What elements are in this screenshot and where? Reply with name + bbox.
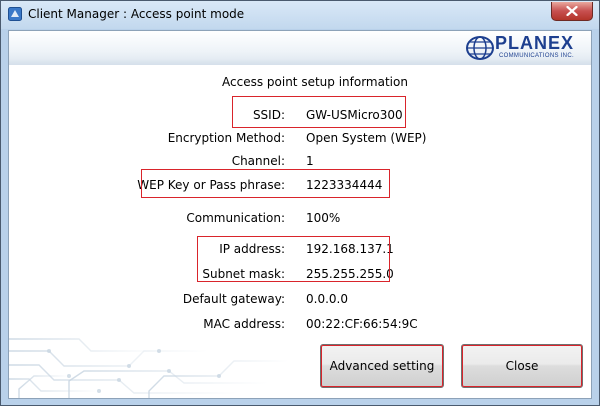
advanced-setting-label: Advanced setting bbox=[329, 359, 435, 373]
mac-address-value: 00:22:CF:66:54:9C bbox=[306, 317, 418, 331]
channel-label: Channel: bbox=[231, 154, 285, 168]
planex-logo: PLANEX COMMUNICATIONS INC. bbox=[465, 33, 589, 62]
circuit-decoration bbox=[9, 338, 289, 398]
planex-globe-icon bbox=[466, 36, 494, 60]
advanced-setting-button[interactable]: Advanced setting bbox=[320, 344, 444, 388]
encryption-method-label: Encryption Method: bbox=[167, 131, 285, 145]
default-gateway-label: Default gateway: bbox=[182, 292, 285, 306]
section-title: Access point setup information bbox=[222, 75, 408, 89]
ssid-highlight bbox=[232, 96, 406, 128]
close-label: Close bbox=[505, 359, 539, 373]
title-bar[interactable]: Client Manager : Access point mode bbox=[1, 1, 599, 29]
ip-subnet-highlight bbox=[197, 236, 390, 282]
window-close-button[interactable] bbox=[551, 2, 593, 21]
mac-address-label: MAC address: bbox=[203, 317, 285, 331]
communication-value: 100% bbox=[306, 211, 341, 225]
app-icon bbox=[8, 7, 22, 21]
header-band: PLANEX COMMUNICATIONS INC. bbox=[9, 31, 591, 65]
client-manager-window: Client Manager : Access point mode PLANE… bbox=[0, 0, 600, 406]
close-button[interactable]: Close bbox=[461, 344, 583, 388]
default-gateway-value: 0.0.0.0 bbox=[306, 292, 348, 306]
dialog-content: PLANEX COMMUNICATIONS INC. Access point … bbox=[8, 30, 592, 399]
wep-key-highlight bbox=[141, 169, 390, 198]
communication-label: Communication: bbox=[186, 211, 285, 225]
logo-subtext: COMMUNICATIONS INC. bbox=[499, 53, 574, 59]
encryption-method-value: Open System (WEP) bbox=[306, 131, 427, 145]
channel-value: 1 bbox=[306, 154, 314, 168]
close-icon bbox=[566, 6, 578, 16]
logo-text: PLANEX bbox=[495, 33, 575, 53]
window-title: Client Manager : Access point mode bbox=[28, 7, 245, 21]
